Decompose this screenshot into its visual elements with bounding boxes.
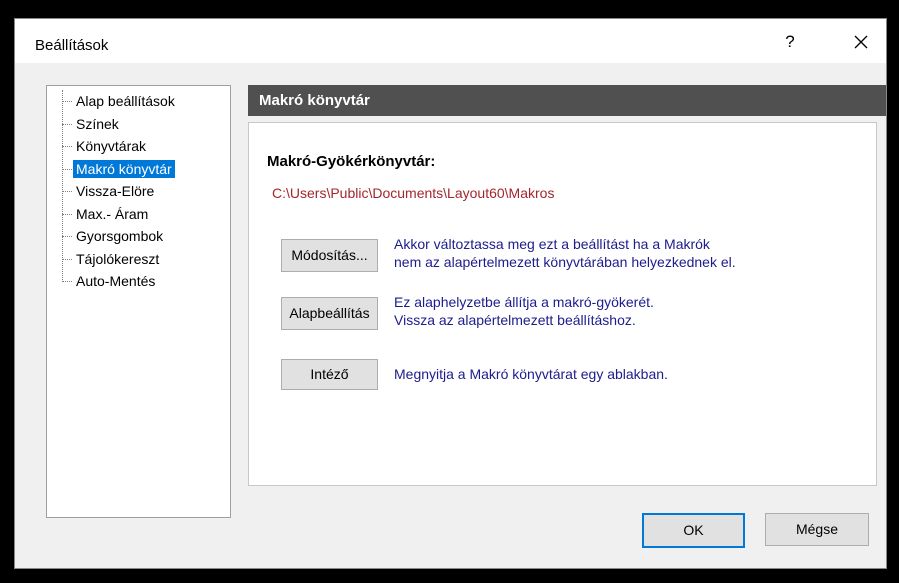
window-title: Beállítások (35, 37, 109, 54)
panel-title: Makró könyvtár (259, 92, 370, 109)
tree-item-label: Színek (76, 115, 119, 132)
tree-connector (62, 258, 72, 260)
modify-description-line: nem az alapértelmezett könyvtárában hely… (394, 254, 736, 270)
tree-connector (62, 213, 72, 215)
close-icon (854, 35, 868, 49)
help-button[interactable]: ? (777, 29, 803, 55)
default-description: Ez alaphelyzetbe állítja a makró-gyökeré… (394, 293, 654, 329)
default-description-line: Vissza az alapértelmezett beállításhoz. (394, 312, 636, 328)
modify-description-line: Akkor változtassa meg ezt a beállítást h… (394, 236, 710, 252)
tree-item-label: Gyorsgombok (76, 228, 164, 244)
tree-item-label: Auto-Mentés (76, 273, 156, 289)
ok-button[interactable]: OK (642, 513, 745, 548)
tree-item-label: Max.- Áram (76, 205, 149, 222)
settings-tree: Alap beállítások Színek Könyvtárak Makró kö… (46, 85, 231, 518)
explorer-button[interactable]: Intéző (281, 359, 378, 390)
modify-description: Akkor változtassa meg ezt a beállítást h… (394, 235, 736, 271)
tree-connector (62, 281, 72, 282)
tree-connector (62, 123, 72, 125)
tree-item-label: Tájolókereszt (76, 250, 160, 267)
panel-header: Makró könyvtár (248, 85, 886, 116)
tree-item-label: Makró könyvtár (73, 159, 175, 178)
root-directory-path: C:\Users\Public\Documents\Layout60\Makro… (272, 185, 555, 201)
root-directory-label: Makró-Gyökérkönyvtár: (267, 153, 436, 170)
tree-connector (62, 101, 72, 102)
tree-item-label: Vissza-Elöre (76, 183, 155, 199)
title-bar: Beállítások ? (15, 19, 886, 63)
settings-dialog: Beállítások ? Alap beállítások Színek Köny… (14, 18, 887, 569)
default-description-line: Ez alaphelyzetbe állítja a makró-gyökeré… (394, 294, 654, 310)
modify-button[interactable]: Módosítás... (281, 239, 378, 272)
tree-connector (62, 146, 72, 147)
close-button[interactable] (846, 27, 876, 57)
tree-item-label: Könyvtárak (76, 138, 147, 154)
tree-item-label: Alap beállítások (76, 93, 175, 109)
tree-connector-line (62, 90, 63, 280)
tree-connector (62, 191, 72, 192)
tree-connector (62, 236, 72, 237)
explorer-description: Megnyitja a Makró könyvtárat egy ablakba… (394, 366, 668, 382)
panel-body: Makró-Gyökérkönyvtár: C:\Users\Public\Do… (248, 122, 877, 486)
ok-button-label: OK (683, 522, 704, 538)
cancel-button[interactable]: Mégse (765, 513, 869, 546)
tree-connector (62, 168, 72, 170)
cancel-button-label: Mégse (795, 521, 839, 537)
default-settings-button[interactable]: Alapbeállítás (281, 297, 378, 330)
